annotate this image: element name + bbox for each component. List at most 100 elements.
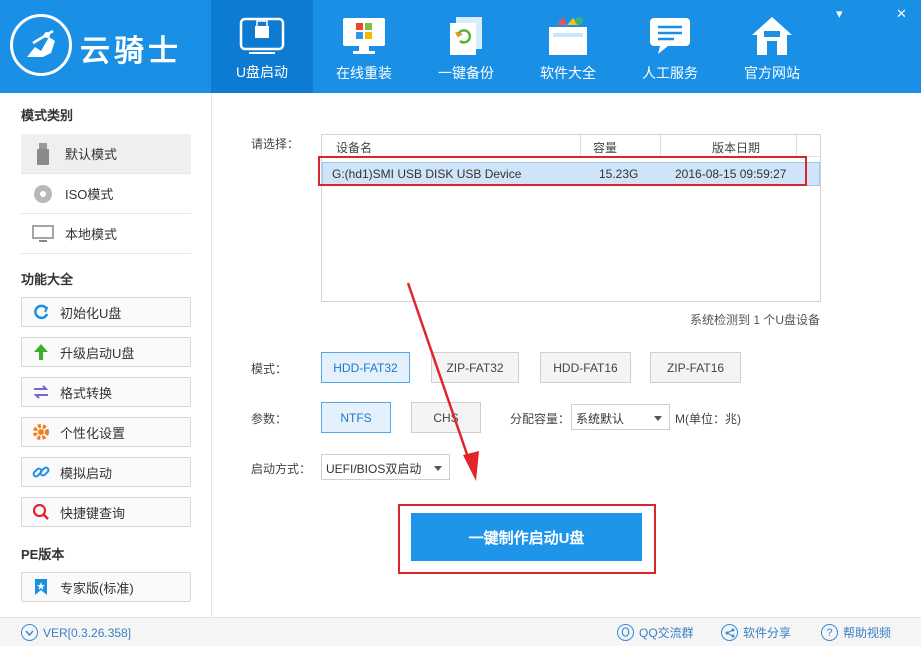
nav-one-click-backup[interactable]: 一键备份 <box>415 0 517 93</box>
home-icon <box>748 14 796 58</box>
mode-label: 模式： <box>251 362 288 376</box>
usb-stick-icon <box>21 142 65 165</box>
mode-default[interactable]: 默认模式 <box>21 134 191 173</box>
share-link[interactable]: 软件分享 <box>721 624 791 641</box>
pe-expert-button[interactable]: 专家版(标准) <box>21 572 191 602</box>
nav-label: 人工服务 <box>642 65 698 81</box>
help-video-link[interactable]: ? 帮助视频 <box>821 624 891 641</box>
alloc-size-label: 分配容量： <box>510 412 571 426</box>
main-panel: 请选择： 设备名 容量 版本日期 G:(hd1)SMI USB DISK USB… <box>212 93 921 617</box>
mode-zip-fat16-button[interactable]: ZIP-FAT16 <box>650 352 741 383</box>
simulate-boot-button[interactable]: 模拟启动 <box>21 457 191 487</box>
device-table[interactable]: 设备名 容量 版本日期 G:(hd1)SMI USB DISK USB Devi… <box>321 134 821 302</box>
link-label: 软件分享 <box>743 626 792 640</box>
divider <box>21 253 191 254</box>
nav-label: U盘启动 <box>235 64 289 80</box>
nav-online-reinstall[interactable]: 在线重装 <box>313 0 415 93</box>
chat-bubble-icon <box>646 14 694 58</box>
windows-monitor-icon <box>340 14 388 58</box>
button-label: 快捷键查询 <box>60 505 126 521</box>
app-logo: 云骑士 <box>10 14 210 76</box>
question-icon: ? <box>821 624 838 641</box>
mode-category-header: 模式类别 <box>21 108 74 123</box>
gear-icon <box>22 423 60 441</box>
divider <box>660 135 661 157</box>
button-label: 初始化U盘 <box>60 305 122 321</box>
select-value: 系统默认 <box>576 412 625 426</box>
software-box-icon <box>544 14 592 58</box>
column-header: 版本日期 <box>712 141 761 155</box>
button-label: 专家版(标准) <box>60 580 134 596</box>
nav-manual-service[interactable]: 人工服务 <box>619 0 721 93</box>
monitor-icon <box>21 224 65 243</box>
table-header: 设备名 容量 版本日期 <box>322 135 820 157</box>
chevron-down-icon <box>21 624 38 641</box>
button-label: 模拟启动 <box>60 465 113 481</box>
table-row[interactable]: G:(hd1)SMI USB DISK USB Device 15.23G 20… <box>322 162 820 186</box>
nav-usb-boot[interactable]: U盘启动 <box>211 0 313 93</box>
boot-mode-label: 启动方式： <box>251 462 312 476</box>
backup-document-icon <box>442 14 490 58</box>
divider <box>796 135 797 157</box>
personalize-button[interactable]: 个性化设置 <box>21 417 191 447</box>
capacity-cell: 15.23G <box>599 167 639 181</box>
upgrade-usb-button[interactable]: 升级启动U盘 <box>21 337 191 367</box>
mode-label: ISO模式 <box>65 187 114 202</box>
qq-penguin-icon <box>617 624 634 641</box>
boot-mode-select[interactable]: UEFI/BIOS双启动 <box>321 454 450 480</box>
chevron-down-icon <box>654 416 662 421</box>
select-label: 请选择： <box>251 137 300 151</box>
init-usb-button[interactable]: 初始化U盘 <box>21 297 191 327</box>
qq-group-link[interactable]: QQ交流群 <box>617 624 694 641</box>
link-label: QQ交流群 <box>639 626 694 640</box>
mode-hdd-fat32-button[interactable]: HDD-FAT32 <box>321 352 410 383</box>
device-name-cell: G:(hd1)SMI USB DISK USB Device <box>332 167 522 181</box>
mode-hdd-fat16-button[interactable]: HDD-FAT16 <box>540 352 631 383</box>
select-value: UEFI/BIOS双启动 <box>326 462 422 476</box>
search-icon <box>22 503 60 521</box>
close-button[interactable]: ✕ <box>896 6 907 22</box>
hotkey-lookup-button[interactable]: 快捷键查询 <box>21 497 191 527</box>
mode-label: 默认模式 <box>65 147 118 162</box>
mode-zip-fat32-button[interactable]: ZIP-FAT32 <box>431 352 519 383</box>
usb-drive-icon <box>238 14 286 58</box>
top-nav: U盘启动 在线重装 一键备份 软件大全 人工服务 官方网站 <box>211 0 823 93</box>
button-label: 格式转换 <box>60 385 113 401</box>
nav-label: 软件大全 <box>540 65 596 81</box>
date-cell: 2016-08-15 09:59:27 <box>675 167 787 181</box>
status-bar: VER[0.3.26.358] QQ交流群 软件分享 ? 帮助视频 <box>0 617 921 646</box>
detection-status: 系统检测到 1 个U盘设备 <box>690 313 821 327</box>
param-ntfs-button[interactable]: NTFS <box>321 402 391 433</box>
nav-label: 官方网站 <box>744 65 800 81</box>
param-label: 参数： <box>251 412 288 426</box>
nav-label: 在线重装 <box>336 65 392 81</box>
link-icon <box>22 463 60 481</box>
share-icon <box>721 624 738 641</box>
knight-logo-icon <box>10 14 72 76</box>
version-info[interactable]: VER[0.3.26.358] <box>21 624 131 641</box>
pe-version-header: PE版本 <box>21 547 65 562</box>
disc-icon <box>21 184 65 204</box>
nav-label: 一键备份 <box>438 65 494 81</box>
mode-local[interactable]: 本地模式 <box>21 214 191 253</box>
top-header: 云骑士 U盘启动 在线重装 一键备份 软件大全 人工服务 官方网站 ▾ ✕ <box>0 0 921 93</box>
nav-software[interactable]: 软件大全 <box>517 0 619 93</box>
alloc-size-select[interactable]: 系统默认 <box>571 404 670 430</box>
sidebar: 模式类别 默认模式 ISO模式 本地模式 功能大全 初始化U盘 升级启动U盘 格… <box>0 93 212 617</box>
mode-iso[interactable]: ISO模式 <box>21 174 191 213</box>
button-label: 个性化设置 <box>60 425 126 441</box>
version-text: VER[0.3.26.358] <box>43 625 132 640</box>
minimize-button[interactable]: ▾ <box>836 6 843 22</box>
column-header: 容量 <box>593 141 618 155</box>
refresh-icon <box>22 303 60 321</box>
arrow-up-icon <box>22 343 60 361</box>
mode-label: 本地模式 <box>65 227 118 242</box>
format-convert-button[interactable]: 格式转换 <box>21 377 191 407</box>
function-header: 功能大全 <box>21 272 74 287</box>
param-chs-button[interactable]: CHS <box>411 402 481 433</box>
nav-official-site[interactable]: 官方网站 <box>721 0 823 93</box>
make-boot-usb-button[interactable]: 一键制作启动U盘 <box>411 513 642 561</box>
bookmark-icon <box>22 578 60 596</box>
link-label: 帮助视频 <box>843 626 892 640</box>
alloc-unit-label: M(单位：兆) <box>675 412 741 426</box>
